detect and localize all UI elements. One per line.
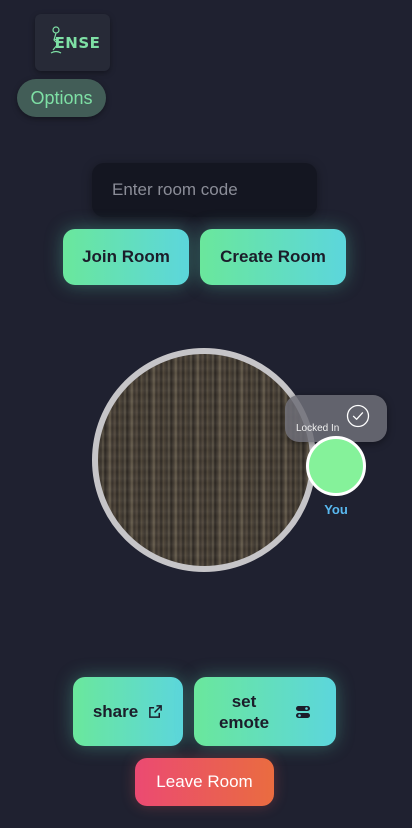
share-label: share <box>92 701 139 721</box>
external-link-icon <box>149 705 163 718</box>
locked-in-badge: Locked In <box>285 395 387 442</box>
set-emote-button[interactable]: set emote <box>194 677 336 746</box>
check-circle-icon <box>346 404 370 428</box>
set-emote-label-line1: set <box>231 691 257 711</box>
app-logo: ENSE <box>35 14 110 71</box>
person-figure-icon <box>50 26 62 54</box>
toggle-icon <box>296 705 311 718</box>
set-emote-label: set emote <box>219 691 269 733</box>
player-label: You <box>324 502 348 517</box>
room-avatar-image <box>92 348 316 572</box>
create-room-button[interactable]: Create Room <box>200 229 346 285</box>
room-code-input[interactable] <box>92 163 317 217</box>
join-room-button[interactable]: Join Room <box>63 229 189 285</box>
locked-in-label: Locked In <box>296 423 340 434</box>
leave-room-button[interactable]: Leave Room <box>135 758 274 806</box>
options-button[interactable]: Options <box>17 79 106 117</box>
set-emote-label-line2: emote <box>218 712 270 732</box>
player-avatar[interactable] <box>306 436 366 496</box>
app-screen: ENSE Options Join Room Create Room Locke… <box>0 0 412 828</box>
share-button[interactable]: share <box>73 677 183 746</box>
